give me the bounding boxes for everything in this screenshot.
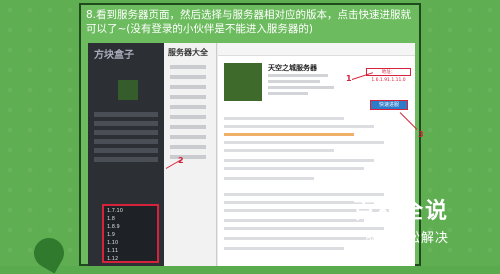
watermark-title: 百科全说 [353, 199, 450, 224]
version-item[interactable]: 1.12 [107, 256, 154, 262]
avatar [118, 80, 138, 100]
watermark: 百科全说 助你轻松解决 [343, 185, 493, 257]
quick-join-button[interactable]: 快速进服 [370, 100, 408, 110]
server-name: 天空之城服务器 [268, 64, 317, 72]
watermark-subtitle: 助你轻松解决 [365, 231, 450, 246]
version-item[interactable]: 1.11 [107, 248, 154, 254]
launcher-sidebar: 方块盒子 1.7.10 1.8 1.8.9 1.9 1.10 1.11 1.12 [88, 43, 164, 266]
launcher-logo: 方块盒子 [94, 50, 134, 61]
server-category-panel: 服务器大全 [164, 43, 217, 266]
detail-header [218, 43, 415, 56]
version-item[interactable]: 1.9 [107, 232, 154, 238]
version-list[interactable]: 1.7.10 1.8 1.8.9 1.9 1.10 1.11 1.12 [102, 204, 159, 263]
marker-3: 3 [418, 130, 424, 139]
server-thumbnail [224, 63, 262, 101]
version-item[interactable]: 1.8 [107, 216, 154, 222]
step-caption: 8.看到服务器页面，然后选择与服务器相对应的版本，点击快速进服就可以了~(没有登… [86, 9, 412, 35]
sidebar-menu [94, 108, 158, 166]
version-item[interactable]: 1.10 [107, 240, 154, 246]
panel-title: 服务器大全 [168, 48, 208, 57]
version-item[interactable]: 1.7.10 [107, 208, 154, 214]
version-item[interactable]: 1.8.9 [107, 224, 154, 230]
